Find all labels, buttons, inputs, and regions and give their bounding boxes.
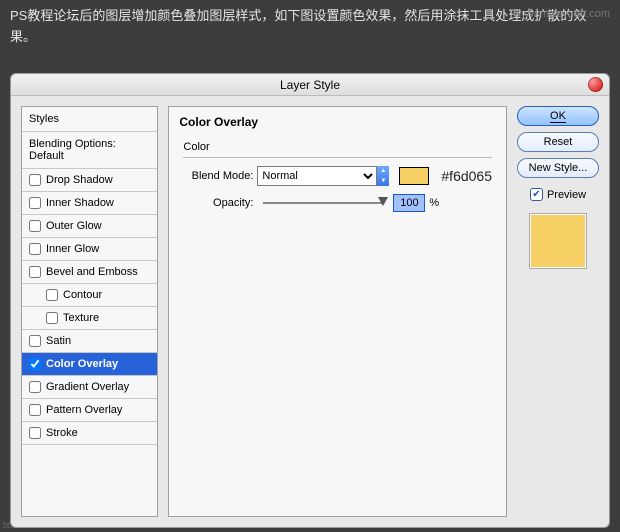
preview-label: Preview xyxy=(547,189,586,201)
styles-header[interactable]: Styles xyxy=(22,107,157,132)
section-title: Color Overlay xyxy=(179,115,496,129)
dialog-title: Layer Style xyxy=(280,78,340,92)
opacity-row: Opacity: % xyxy=(183,194,492,212)
slider-thumb-icon[interactable] xyxy=(378,197,388,206)
style-checkbox[interactable] xyxy=(29,197,41,209)
style-item-color-overlay[interactable]: Color Overlay xyxy=(22,353,157,376)
close-icon[interactable] xyxy=(588,77,603,92)
layer-style-dialog: Layer Style Styles Blending Options: Def… xyxy=(10,73,610,528)
style-checkbox[interactable] xyxy=(29,358,41,370)
reset-button[interactable]: Reset xyxy=(517,132,599,152)
style-checkbox[interactable] xyxy=(29,174,41,186)
style-checkbox[interactable] xyxy=(29,404,41,416)
color-subtitle: Color xyxy=(183,141,492,158)
style-item-texture[interactable]: Texture xyxy=(22,307,157,330)
style-checkbox[interactable] xyxy=(46,289,58,301)
style-checkbox[interactable] xyxy=(29,243,41,255)
blending-options[interactable]: Blending Options: Default xyxy=(22,132,157,169)
style-item-drop-shadow[interactable]: Drop Shadow xyxy=(22,169,157,192)
opacity-slider[interactable] xyxy=(263,202,383,204)
blend-mode-label: Blend Mode: xyxy=(183,170,253,182)
style-item-contour[interactable]: Contour xyxy=(22,284,157,307)
style-item-label: Texture xyxy=(63,312,99,324)
ok-button[interactable]: OK xyxy=(517,106,599,126)
style-checkbox[interactable] xyxy=(29,381,41,393)
style-item-label: Color Overlay xyxy=(46,358,118,370)
style-item-label: Drop Shadow xyxy=(46,174,113,186)
action-panel: OK Reset New Style... ✔ Preview xyxy=(517,106,599,517)
style-item-gradient-overlay[interactable]: Gradient Overlay xyxy=(22,376,157,399)
style-item-label: Stroke xyxy=(46,427,78,439)
style-item-label: Outer Glow xyxy=(46,220,102,232)
style-item-label: Pattern Overlay xyxy=(46,404,122,416)
style-item-pattern-overlay[interactable]: Pattern Overlay xyxy=(22,399,157,422)
color-swatch[interactable] xyxy=(399,167,429,185)
style-item-label: Contour xyxy=(63,289,102,301)
watermark-text: www.missyuan.com xyxy=(513,8,610,20)
style-item-label: Satin xyxy=(46,335,71,347)
style-item-inner-glow[interactable]: Inner Glow xyxy=(22,238,157,261)
style-item-label: Inner Glow xyxy=(46,243,99,255)
style-item-bevel-and-emboss[interactable]: Bevel and Emboss xyxy=(22,261,157,284)
dialog-body: Styles Blending Options: Default Drop Sh… xyxy=(11,96,609,527)
style-item-satin[interactable]: Satin xyxy=(22,330,157,353)
style-item-label: Gradient Overlay xyxy=(46,381,129,393)
dialog-titlebar: Layer Style xyxy=(11,74,609,96)
style-list: Drop Shadow Inner Shadow Outer Glow Inner G… xyxy=(22,169,157,445)
hex-value: #f6d065 xyxy=(441,168,492,184)
style-item-stroke[interactable]: Stroke xyxy=(22,422,157,445)
blend-mode-select[interactable]: Normal xyxy=(257,166,377,186)
opacity-input[interactable] xyxy=(393,194,425,212)
settings-panel: Color Overlay Color Blend Mode: Normal ▲… xyxy=(168,106,507,517)
styles-sidebar: Styles Blending Options: Default Drop Sh… xyxy=(21,106,158,517)
style-item-label: Bevel and Emboss xyxy=(46,266,138,278)
opacity-label: Opacity: xyxy=(183,197,253,209)
style-checkbox[interactable] xyxy=(29,266,41,278)
style-item-label: Inner Shadow xyxy=(46,197,114,209)
new-style-button[interactable]: New Style... xyxy=(517,158,599,178)
style-checkbox[interactable] xyxy=(29,220,41,232)
opacity-unit: % xyxy=(429,197,439,209)
blend-mode-select-wrap[interactable]: Normal ▲▼ xyxy=(257,166,389,186)
style-item-outer-glow[interactable]: Outer Glow xyxy=(22,215,157,238)
style-item-inner-shadow[interactable]: Inner Shadow xyxy=(22,192,157,215)
style-checkbox[interactable] xyxy=(46,312,58,324)
preview-checkbox[interactable]: ✔ xyxy=(530,188,543,201)
blend-mode-row: Blend Mode: Normal ▲▼ #f6d065 xyxy=(183,166,492,186)
preview-row[interactable]: ✔ Preview xyxy=(530,188,586,201)
preview-swatch xyxy=(529,213,587,269)
color-section: Color Blend Mode: Normal ▲▼ #f6d065 Opac… xyxy=(179,135,496,226)
stepper-icon[interactable]: ▲▼ xyxy=(377,166,389,186)
style-checkbox[interactable] xyxy=(29,427,41,439)
style-checkbox[interactable] xyxy=(29,335,41,347)
